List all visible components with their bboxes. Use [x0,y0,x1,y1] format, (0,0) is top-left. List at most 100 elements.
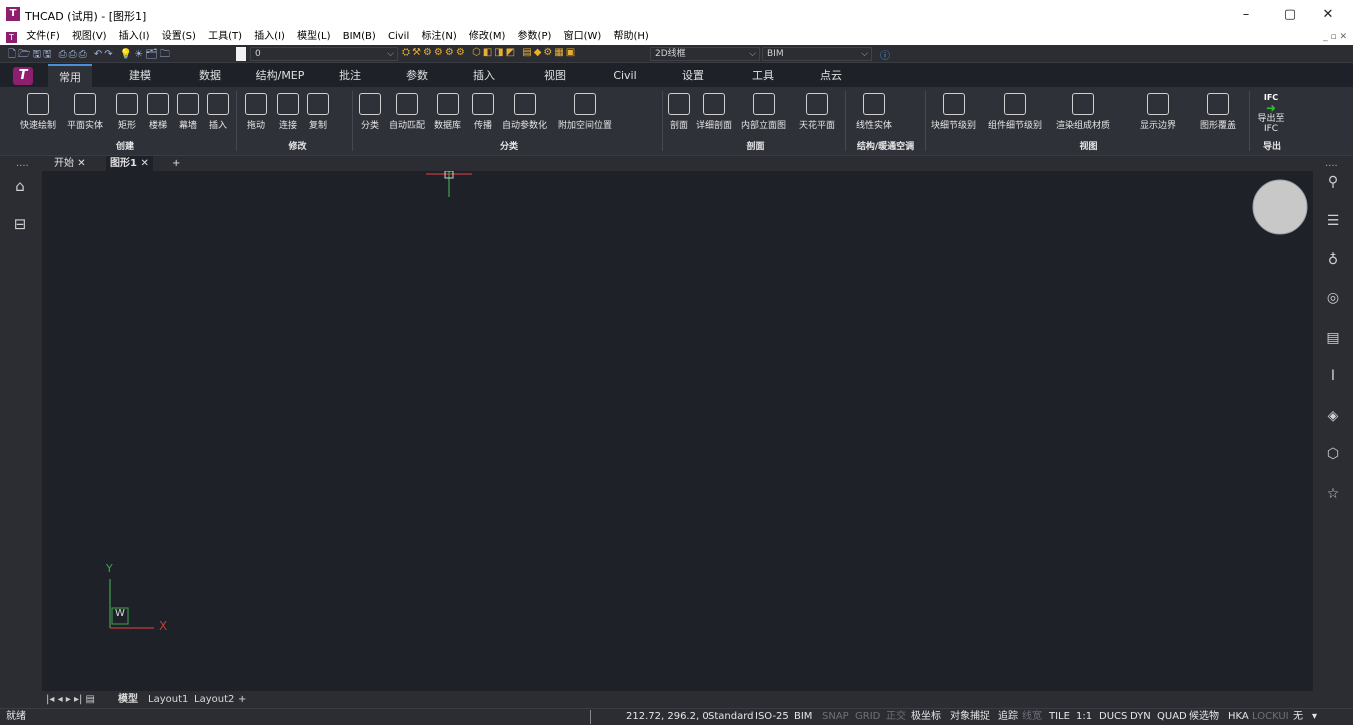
restore-button[interactable]: ▢ [1276,5,1304,25]
add-layout-button[interactable]: + [238,691,246,708]
copy-button[interactable]: 复制 [307,93,329,131]
workspace-dropdown[interactable]: BIM ⌵ [762,47,872,61]
layer-dropdown[interactable]: 0 ⌵ [250,47,398,61]
status-ortho[interactable]: 正交 [886,709,906,725]
tab-parameters[interactable]: 参数 [392,64,442,87]
component-detail-level-button[interactable]: 组件细节级别 [988,93,1042,131]
broadcast-icon[interactable]: ◎ [1322,290,1344,306]
help-icon[interactable]: ⓘ [880,47,892,62]
plane-solid-button[interactable]: 平面实体 [67,93,103,131]
close-icon[interactable]: ✕ [77,158,85,169]
menu-dimension[interactable]: 标注(N) [421,29,456,45]
menu-civil[interactable]: Civil [388,29,409,45]
status-ducs[interactable]: DUCS [1099,709,1127,725]
home-icon[interactable]: ⌂ [10,177,30,195]
show-boundary-button[interactable]: 显示边界 [1140,93,1176,131]
status-dim-style[interactable]: ISO-25 [755,709,789,725]
block-detail-level-button[interactable]: 块细节级别 [931,93,976,131]
menu-settings[interactable]: 设置(S) [162,29,196,45]
color-swatch-icon[interactable] [236,47,246,61]
classify-button[interactable]: 分类 [359,93,381,131]
new-tab-button[interactable]: + [172,156,180,171]
status-dyn[interactable]: DYN [1130,709,1151,725]
drawing-canvas[interactable]: Y X W [42,171,1313,691]
visual-style-dropdown[interactable]: 2D线框 ⌵ [650,47,760,61]
menu-modify[interactable]: 修改(M) [469,29,505,45]
panel-dots[interactable]: .... [16,156,29,171]
toolbar-icons[interactable]: ⛭⚒⚙⚙⚙⚙ ⬡◧◨◩ ▤◆⚙▦▣ [402,47,577,58]
status-snap[interactable]: SNAP [822,709,849,725]
navigation-wheel[interactable] [1252,179,1308,235]
balloon-icon[interactable]: ♁ [1322,252,1344,268]
stairs-button[interactable]: 楼梯 [147,93,169,131]
status-none[interactable]: 无 [1293,709,1303,725]
menu-tools[interactable]: 工具(T) [208,29,242,45]
attach-space-location-button[interactable]: 附加空间位置 [558,93,612,131]
status-text-style[interactable]: Standard [708,709,754,725]
minimize-button[interactable]: – [1232,5,1260,25]
drag-button[interactable]: 拖动 [245,93,267,131]
tab-view[interactable]: 视图 [530,64,580,87]
auto-match-button[interactable]: 自动匹配 [389,93,425,131]
tab-civil[interactable]: Civil [600,64,650,87]
menu-view[interactable]: 视图(V) [72,29,107,45]
insert-button[interactable]: 插入 [207,93,229,131]
i-beam-icon[interactable]: Ι [1322,368,1344,384]
render-material-button[interactable]: 渲染组成材质 [1056,93,1110,131]
close-button[interactable]: ✕ [1314,5,1342,25]
app-logo[interactable]: T [13,67,33,85]
menu-help[interactable]: 帮助(H) [613,29,648,45]
quick-access-icons[interactable]: 🗋🗁🖫🖫 ⎙⎙⎙ ↶↷ 💡☀🗂🗀 [8,47,172,64]
status-scale[interactable]: 1:1 [1076,709,1092,725]
status-tile[interactable]: TILE [1049,709,1070,725]
status-osnap[interactable]: 对象捕捉 [950,709,990,725]
status-lineweight[interactable]: 线宽 [1022,709,1042,725]
lightbulb-icon[interactable]: ⚲ [1322,174,1344,190]
linear-solid-button[interactable]: 线性实体 [856,93,892,131]
tab-modeling[interactable]: 建模 [115,64,165,87]
layout-nav-icons[interactable]: |◂ ◂ ▸ ▸| ▤ [46,691,95,708]
status-hka[interactable]: HKA [1228,709,1249,725]
ceiling-plan-button[interactable]: 天花平面 [799,93,835,131]
status-lockui[interactable]: LOCKUI [1252,709,1289,725]
layers-icon[interactable]: ◈ [1322,408,1344,424]
panel-dots-right[interactable]: .... [1325,156,1338,171]
status-tracking[interactable]: 追踪 [998,709,1018,725]
status-quad[interactable]: QUAD [1157,709,1187,725]
section-button[interactable]: 剖面 [668,93,690,131]
tab-data[interactable]: 数据 [185,64,235,87]
propagate-button[interactable]: 传播 [472,93,494,131]
status-polar[interactable]: 极坐标 [911,709,941,725]
status-grid[interactable]: GRID [855,709,880,725]
menu-parameters[interactable]: 参数(P) [518,29,552,45]
curtain-wall-button[interactable]: 幕墙 [177,93,199,131]
tab-settings[interactable]: 设置 [668,64,718,87]
star-pin-icon[interactable]: ☆ [1322,486,1344,502]
tab-drawing1[interactable]: 图形1 ✕ [106,156,153,171]
tab-structure-mep[interactable]: 结构/MEP [245,64,315,87]
export-ifc-button[interactable]: IFC ➜ 导出至 IFC [1254,93,1288,134]
tab-layout1[interactable]: Layout1 [148,691,188,708]
menu-bim[interactable]: BIM(B) [343,29,376,45]
sliders-icon[interactable]: ☰ [1322,213,1344,229]
tab-point-cloud[interactable]: 点云 [806,64,856,87]
database-button[interactable]: 数据库 [434,93,461,131]
tab-start[interactable]: 开始 ✕ [54,156,86,171]
connect-button[interactable]: 连接 [277,93,299,131]
mdi-window-controls[interactable]: _ ▫ ✕ [1323,29,1347,45]
graphic-override-button[interactable]: 图形覆盖 [1200,93,1236,131]
tab-tools[interactable]: 工具 [738,64,788,87]
status-candidates[interactable]: 候选物 [1189,709,1219,725]
status-bim[interactable]: BIM [794,709,812,725]
ruler-icon[interactable]: ▤ [1322,330,1344,346]
tab-home[interactable]: 常用 [48,64,92,87]
auto-parametrize-button[interactable]: 自动参数化 [502,93,547,131]
menu-window[interactable]: 窗口(W) [564,29,602,45]
tree-icon[interactable]: ⊟ [10,215,30,233]
menu-model[interactable]: 模型(L) [297,29,330,45]
menu-insert-2[interactable]: 插入(I) [254,29,285,45]
menu-app-icon[interactable]: T [6,32,17,43]
detail-section-button[interactable]: 详细剖面 [696,93,732,131]
status-menu-chevron-icon[interactable]: ▾ [1312,709,1317,725]
interior-elevation-button[interactable]: 内部立面图 [741,93,786,131]
